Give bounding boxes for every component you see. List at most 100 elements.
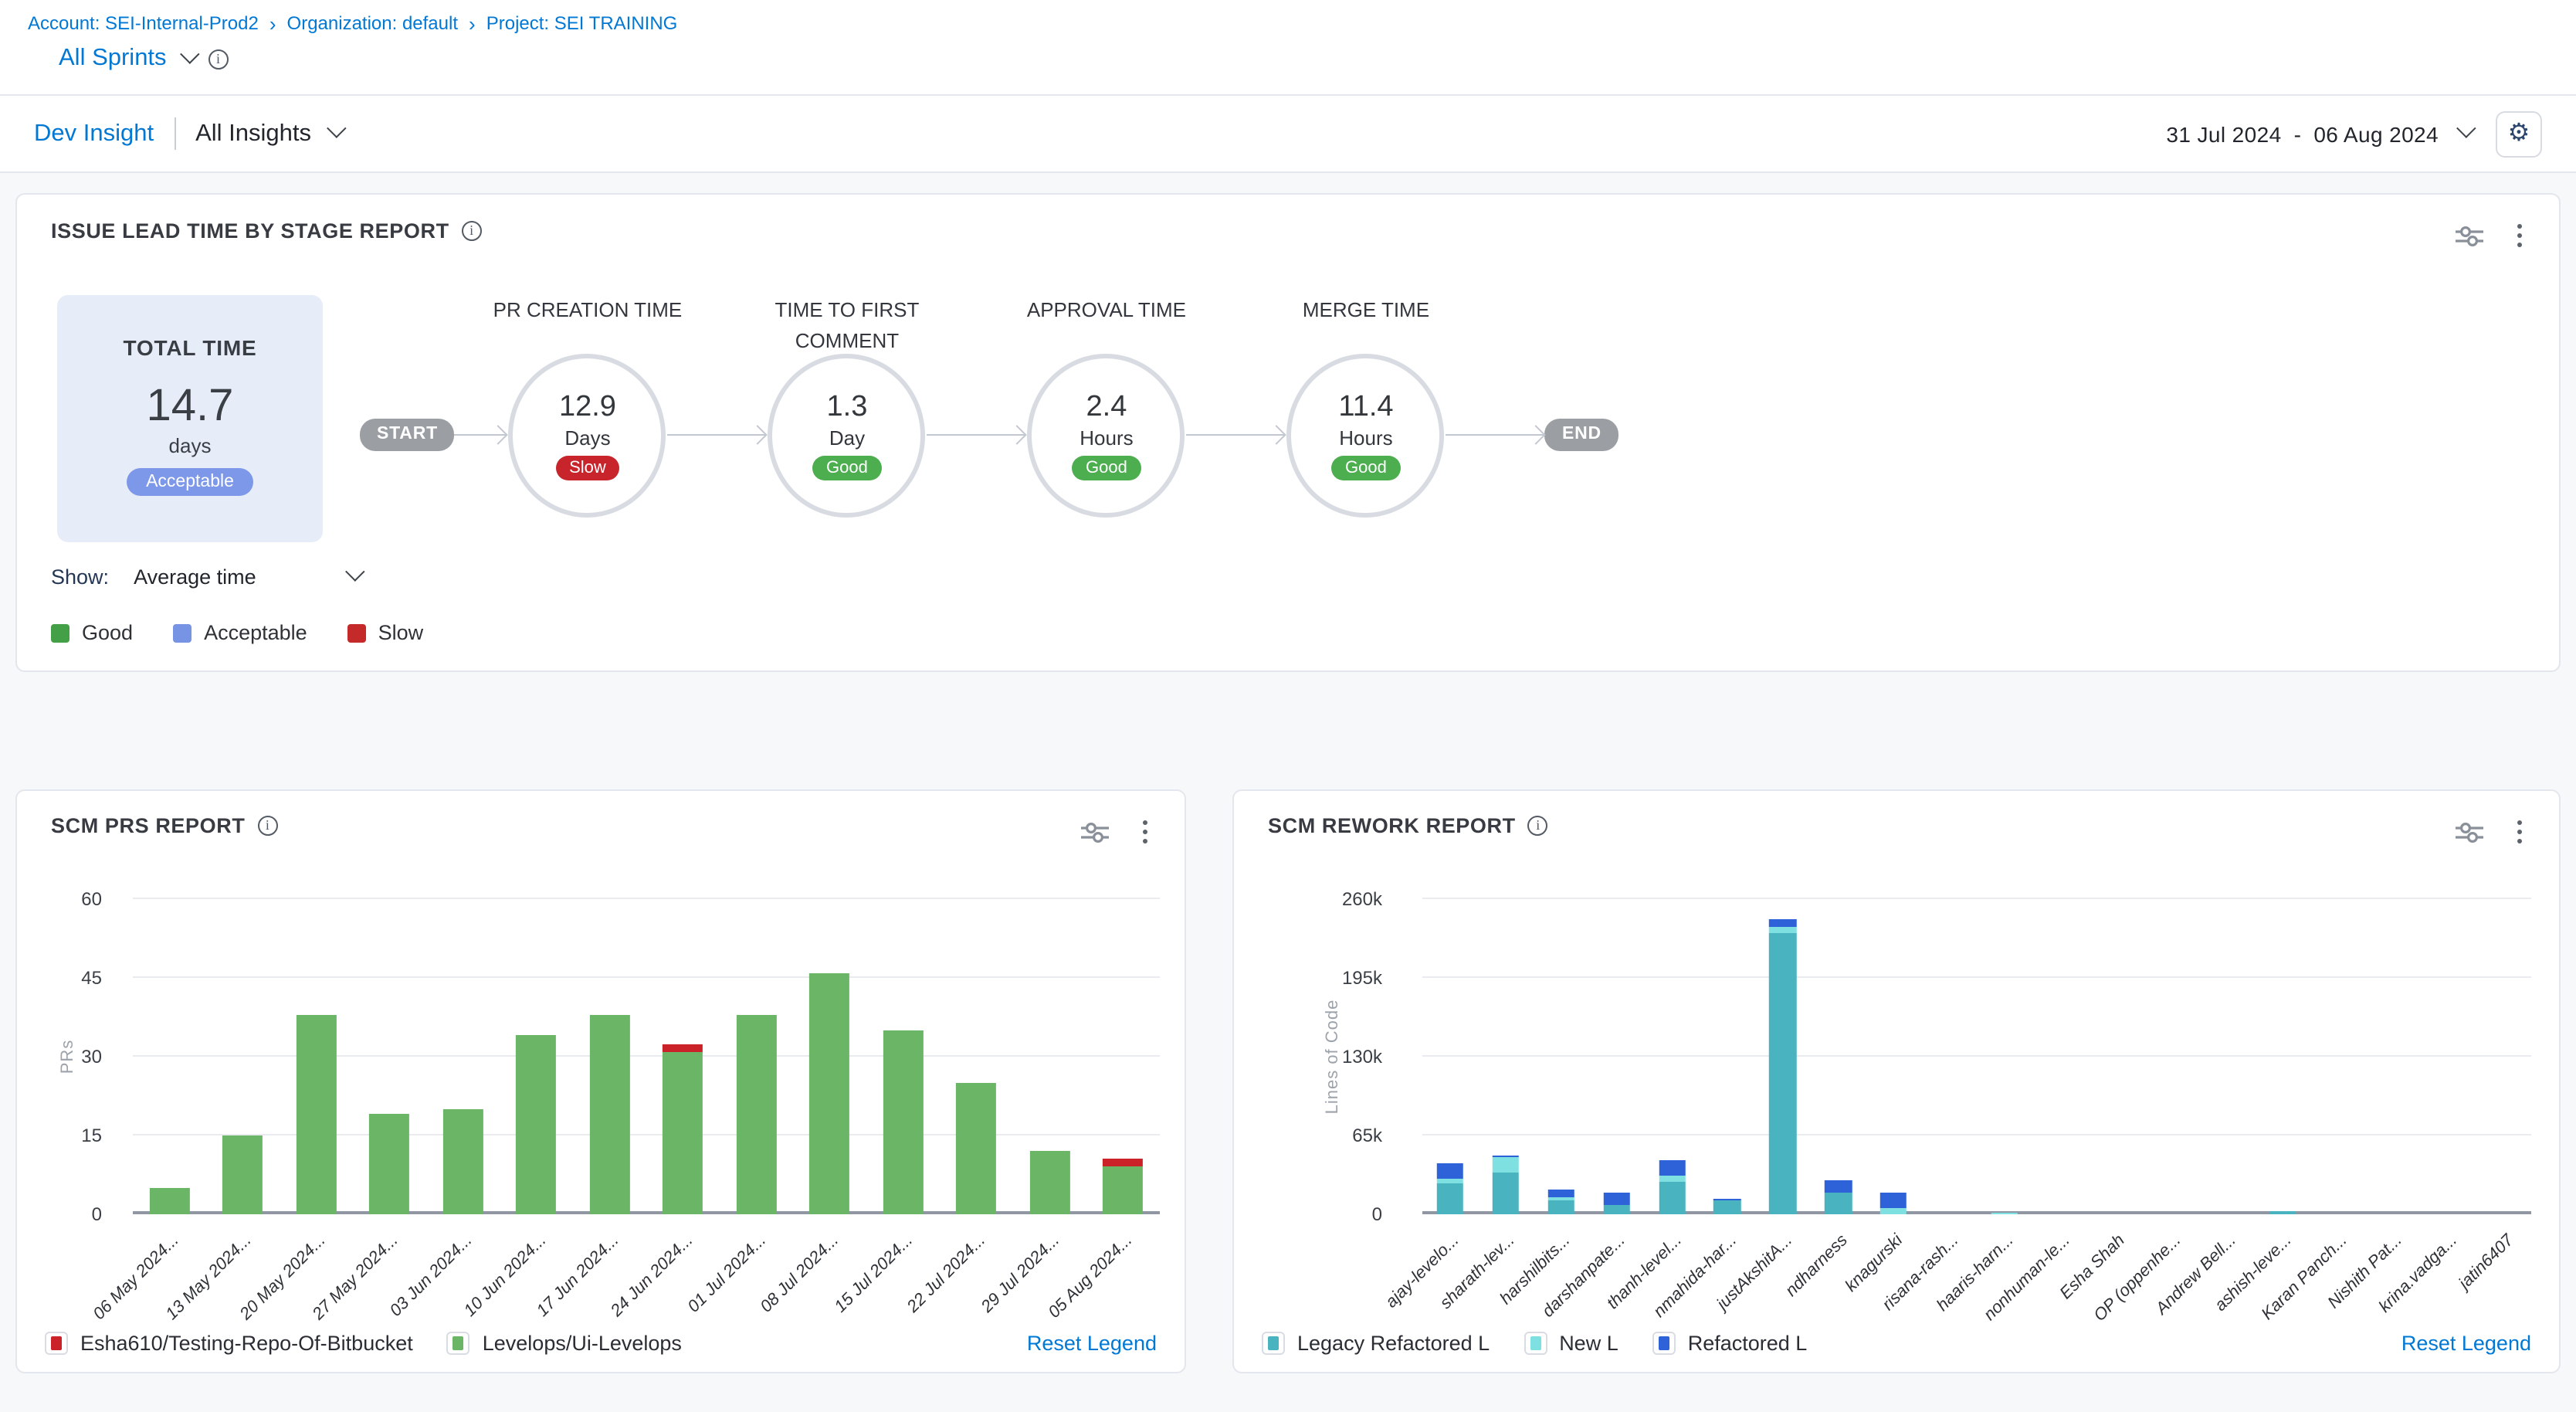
breadcrumb-project[interactable]: Project: SEI TRAINING [486,12,678,34]
filter-sliders-icon[interactable] [2456,225,2483,246]
bar-segment[interactable] [222,1135,263,1214]
bar[interactable] [2213,899,2239,1214]
legend-item[interactable]: Esha610/Testing-Repo-Of-Bitbucket [45,1332,413,1355]
bar-segment[interactable] [369,1115,409,1214]
filter-sliders-icon[interactable] [2456,821,2483,843]
bar[interactable] [589,899,629,1214]
kebab-menu-icon[interactable] [2514,817,2525,847]
bar[interactable] [1880,899,1907,1214]
legend-item[interactable]: Levelops/Ui-Levelops [447,1332,682,1355]
insight-dropdown[interactable]: All Insights [195,120,341,148]
bar-segment[interactable] [1437,1163,1463,1179]
legend-item[interactable]: Refactored L [1652,1332,1808,1355]
info-icon[interactable] [1528,816,1548,836]
filter-sliders-icon[interactable] [1081,821,1109,843]
bar[interactable] [442,899,483,1214]
bar-segment[interactable] [1825,1181,1851,1193]
bar-segment[interactable] [1492,1157,1518,1172]
bar[interactable] [2269,899,2295,1214]
bar[interactable] [2102,899,2128,1214]
bar-segment[interactable] [956,1083,996,1214]
reset-legend-link[interactable]: Reset Legend [2401,1332,2531,1355]
settings-button[interactable]: ⚙ [2496,110,2542,157]
bar[interactable] [1547,899,1574,1214]
bar[interactable] [1770,899,1796,1214]
reset-legend-link[interactable]: Reset Legend [1027,1332,1157,1355]
bar-segment[interactable] [1659,1159,1685,1176]
stage-circle[interactable]: 12.9DaysSlow [509,354,666,518]
bar-segment[interactable] [883,1030,923,1214]
bar-segment[interactable] [1880,1209,1907,1214]
date-range-picker[interactable]: 31 Jul 2024 - 06 Aug 2024 [2166,121,2471,146]
bar-segment[interactable] [1603,1192,1629,1205]
bar[interactable] [1825,899,1851,1214]
bar[interactable] [1029,899,1069,1214]
bar-segment[interactable] [2269,1210,2295,1214]
bar[interactable] [956,899,996,1214]
bar-segment[interactable] [442,1109,483,1214]
breadcrumb-account[interactable]: Account: SEI-Internal-Prod2 [28,12,259,34]
sprint-selector[interactable]: All Sprints [59,45,2576,73]
legend-item[interactable]: New L [1524,1332,1618,1355]
bar[interactable] [516,899,556,1214]
chevron-down-icon[interactable] [180,43,199,63]
bar-segment[interactable] [809,972,849,1214]
bar-segment[interactable] [1880,1192,1907,1209]
bar-segment[interactable] [149,1188,189,1214]
bar-segment[interactable] [1770,927,1796,933]
info-icon[interactable] [257,816,277,836]
bar-segment[interactable] [1825,1193,1851,1214]
bar-segment[interactable] [516,1036,556,1214]
bar[interactable] [1103,899,1143,1214]
bar-segment[interactable] [1603,1205,1629,1214]
bar[interactable] [809,899,849,1214]
bar[interactable] [2047,899,2073,1214]
bar-segment[interactable] [663,1044,703,1051]
bar-segment[interactable] [1991,1213,2018,1214]
show-dropdown[interactable]: Show: Average time [51,565,360,589]
bar[interactable] [222,899,263,1214]
bar-segment[interactable] [736,1015,776,1214]
bar[interactable] [1603,899,1629,1214]
bar-segment[interactable] [1103,1167,1143,1214]
sprint-selector-label[interactable]: All Sprints [59,45,167,73]
bar[interactable] [1714,899,1740,1214]
kebab-menu-icon[interactable] [2514,221,2525,250]
stage-circle[interactable]: 2.4HoursGood [1028,354,1185,518]
stage-circle[interactable]: 1.3DayGood [768,354,926,518]
info-icon[interactable] [462,221,482,241]
bar[interactable] [1936,899,1962,1214]
bar-segment[interactable] [1659,1176,1685,1182]
legend-item[interactable]: Legacy Refactored L [1262,1332,1490,1355]
breadcrumb-organization[interactable]: Organization: default [287,12,459,34]
bar-segment[interactable] [1029,1151,1069,1214]
legend-checkbox[interactable] [1262,1332,1285,1355]
bar[interactable] [2379,899,2405,1214]
bar[interactable] [369,899,409,1214]
bar[interactable] [296,899,336,1214]
bar-segment[interactable] [1547,1200,1574,1214]
legend-checkbox[interactable] [45,1332,68,1355]
bar[interactable] [1991,899,2018,1214]
bar[interactable] [2324,899,2351,1214]
bar-segment[interactable] [589,1015,629,1214]
bar[interactable] [2157,899,2184,1214]
bar[interactable] [2490,899,2517,1214]
bar-segment[interactable] [1770,933,1796,1214]
stage-circle[interactable]: 11.4HoursGood [1287,354,1445,518]
bar[interactable] [736,899,776,1214]
bar-segment[interactable] [1659,1182,1685,1214]
bar-segment[interactable] [1770,920,1796,927]
bar-segment[interactable] [1547,1189,1574,1197]
bar[interactable] [663,899,703,1214]
legend-checkbox[interactable] [447,1332,470,1355]
legend-checkbox[interactable] [1652,1332,1676,1355]
kebab-menu-icon[interactable] [1140,817,1151,847]
legend-checkbox[interactable] [1524,1332,1547,1355]
bar[interactable] [1659,899,1685,1214]
bar-segment[interactable] [1714,1201,1740,1214]
bar-segment[interactable] [296,1015,336,1214]
dev-insight-link[interactable]: Dev Insight [34,120,154,148]
bar[interactable] [1437,899,1463,1214]
bar-segment[interactable] [1492,1172,1518,1214]
